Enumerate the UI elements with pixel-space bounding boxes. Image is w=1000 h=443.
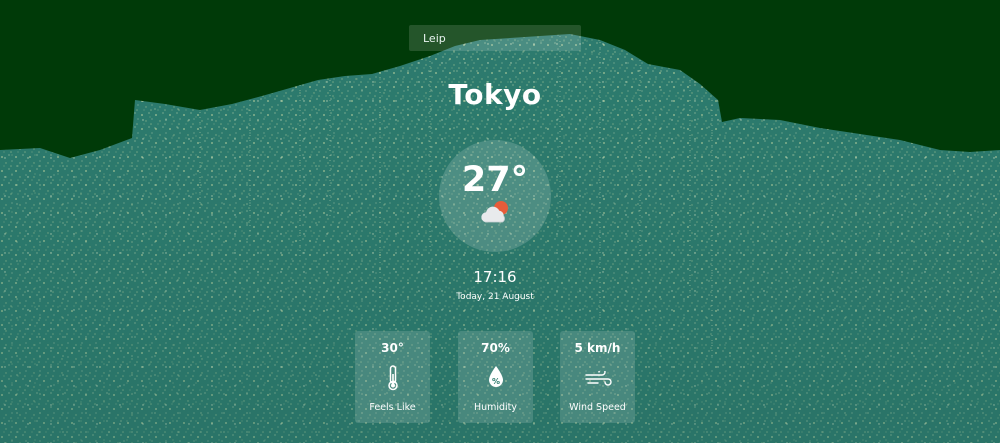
humidity-value: 70% [481,341,510,355]
city-name: Tokyo [448,78,542,111]
local-time: 17:16 [473,268,517,286]
partly-cloudy-icon [481,201,508,223]
thermometer-icon [387,365,398,391]
humidity-card: 70% % Humidity [458,331,533,423]
feels-like-label: Feels Like [369,402,416,413]
wind-speed-card: 5 km/h Wind Speed [560,331,635,423]
current-date: Today, 21 August [456,292,534,302]
wind-speed-label: Wind Speed [569,402,626,413]
city-search-box[interactable] [409,25,581,51]
feels-like-value: 30° [381,341,404,355]
wind-speed-value: 5 km/h [574,341,621,355]
humidity-label: Humidity [473,402,518,413]
wind-icon [584,371,612,386]
humidity-drop-icon: % [488,366,503,387]
search-input[interactable] [423,31,573,45]
feels-like-card: 30° Feels Like [355,331,430,423]
current-temperature: 27° [461,160,529,200]
svg-text:%: % [491,377,499,386]
temperature-panel: 27° [439,140,551,252]
